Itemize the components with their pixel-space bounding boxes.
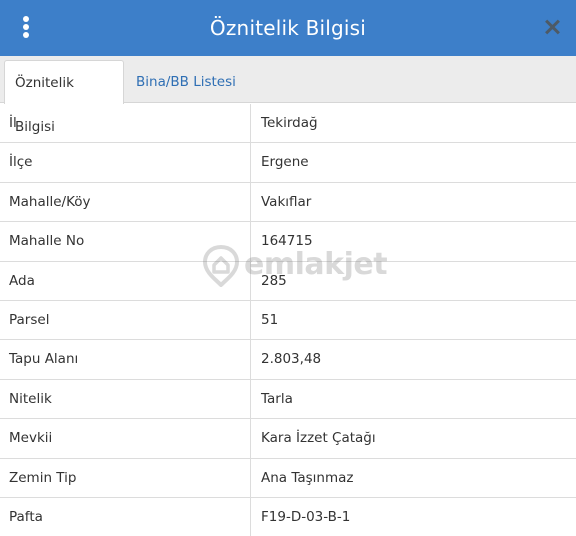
table-row-ilce: İlçe Ergene xyxy=(0,143,576,183)
row-value: 285 xyxy=(261,272,287,289)
table-row-mahalle-koy: Mahalle/Köy Vakıflar xyxy=(0,182,576,223)
row-key: Mahalle/Köy xyxy=(0,182,251,222)
table-row-mevkii: Mevkii Kara İzzet Çatağı xyxy=(0,419,576,459)
row-key: Zemin Tip xyxy=(0,458,251,497)
row-key: Pafta xyxy=(0,497,251,536)
attribute-table: İl Tekirdağ İlçe Ergene Mahalle/Köy Vakı… xyxy=(0,104,576,536)
table-row-tapu-alani: Tapu Alanı 2.803,48 xyxy=(0,340,576,380)
table-row-zemin-tip: Zemin Tip Ana Taşınmaz xyxy=(0,458,576,498)
table-row-il: İl Tekirdağ xyxy=(0,104,576,144)
tab-attribute-info[interactable]: Öznitelik Bilgisi xyxy=(4,60,124,135)
row-key: Parsel xyxy=(0,300,251,340)
row-value: Ana Taşınmaz xyxy=(261,469,354,486)
table-row-mahalle-no: Mahalle No 164715 xyxy=(0,222,576,262)
table-row-ada: Ada 285 xyxy=(0,261,576,301)
row-key: Mahalle No xyxy=(0,222,251,261)
row-key: İlçe xyxy=(0,143,251,182)
row-key: Tapu Alanı xyxy=(0,340,251,379)
row-value: 51 xyxy=(261,311,279,328)
row-value: F19-D-03-B-1 xyxy=(261,508,351,525)
row-value: Tarla xyxy=(261,390,293,407)
tab-bar: Öznitelik Bilgisi Bina/BB Listesi xyxy=(0,56,576,135)
row-key: Mevkii xyxy=(0,419,251,458)
panel-header: Öznitelik Bilgisi xyxy=(0,0,576,56)
tab-building-list[interactable]: Bina/BB Listesi xyxy=(126,60,246,104)
row-value: 2.803,48 xyxy=(261,351,322,368)
row-key: Nitelik xyxy=(0,379,251,419)
row-value: Vakıflar xyxy=(261,193,312,210)
close-icon[interactable] xyxy=(544,17,560,37)
row-value: 164715 xyxy=(261,233,313,250)
table-row-parsel: Parsel 51 xyxy=(0,300,576,341)
panel-title: Öznitelik Bilgisi xyxy=(209,16,367,40)
table-row-pafta: Pafta F19-D-03-B-1 xyxy=(0,497,576,536)
row-key: Ada xyxy=(0,261,251,300)
row-value: Ergene xyxy=(261,154,309,171)
attribute-info-panel: Öznitelik Bilgisi Öznitelik Bilgisi Bina… xyxy=(0,0,576,536)
row-key: İl xyxy=(0,104,251,143)
row-value: Tekirdağ xyxy=(261,115,318,131)
table-row-nitelik: Nitelik Tarla xyxy=(0,379,576,420)
row-value: Kara İzzet Çatağı xyxy=(261,430,376,447)
